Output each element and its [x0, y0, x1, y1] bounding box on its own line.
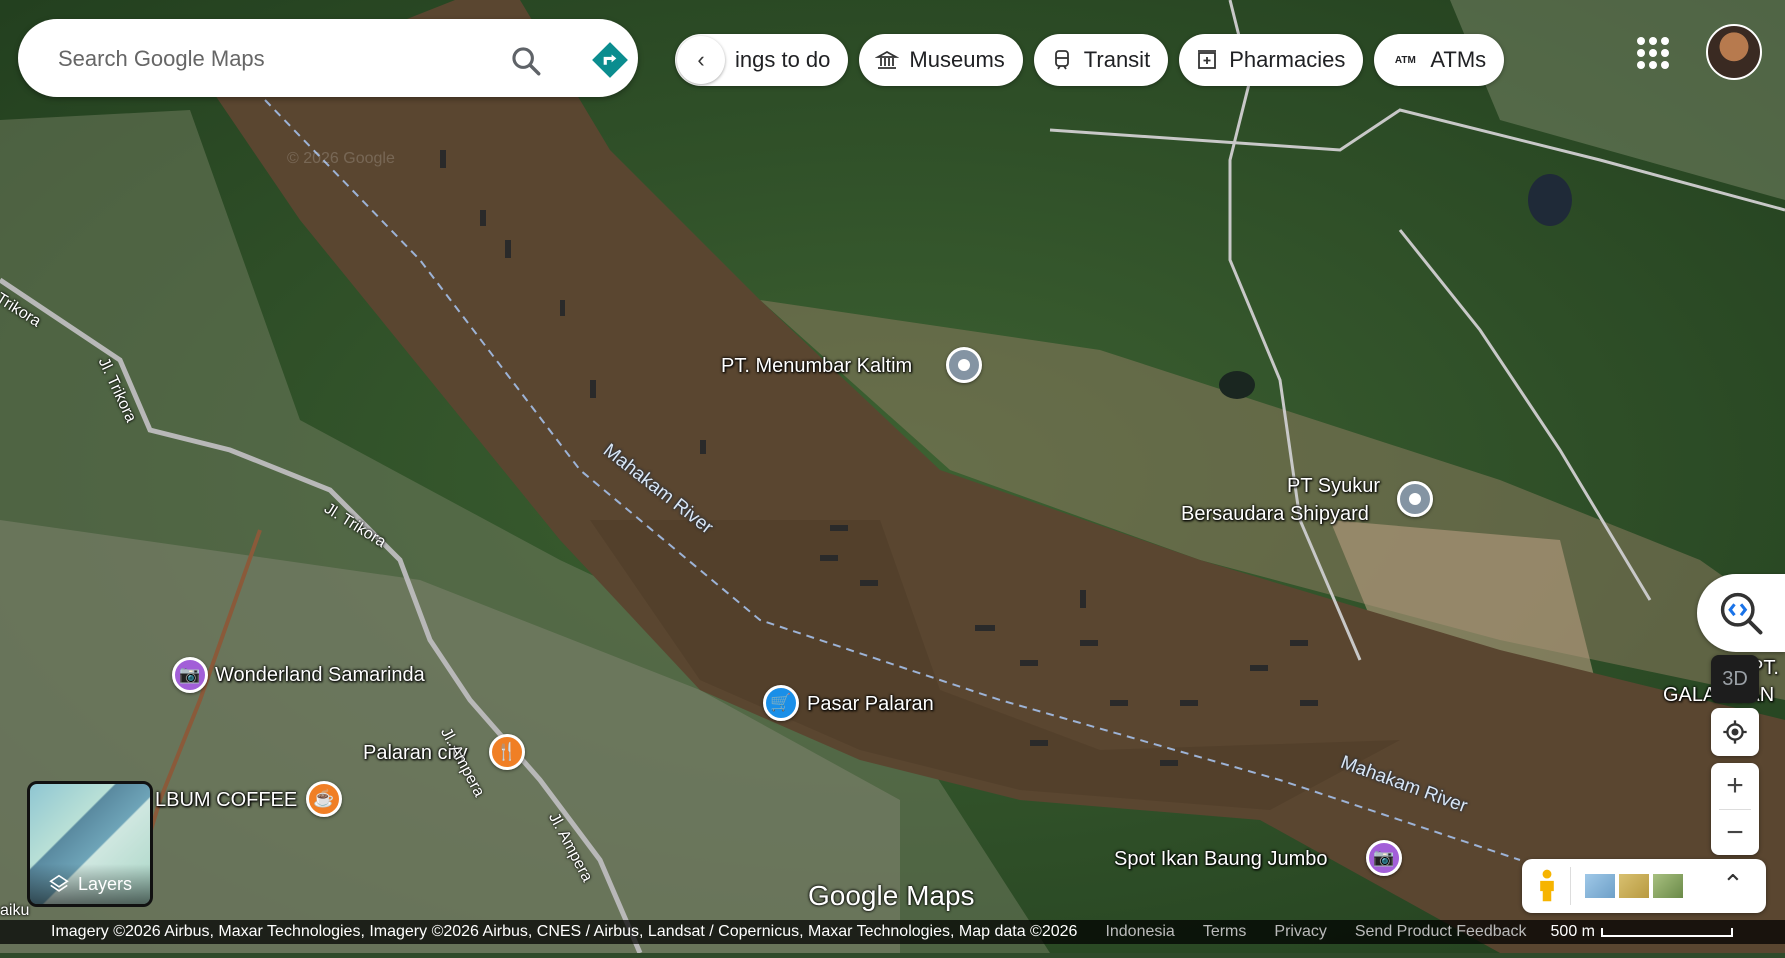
chip-museums[interactable]: Museums — [859, 34, 1023, 86]
chip-label: Pharmacies — [1229, 47, 1346, 72]
place-label-spot-ikan[interactable]: Spot Ikan Baung Jumbo — [1114, 848, 1327, 871]
place-pin-menumbar[interactable] — [946, 347, 982, 383]
train-icon — [1050, 48, 1074, 72]
satellite-map[interactable]: PT. Menumbar Kaltim PT Syukur Bersaudara… — [0, 0, 1785, 954]
search-icon[interactable] — [509, 44, 543, 78]
country-link[interactable]: Indonesia — [1105, 923, 1174, 941]
chip-label: ATMs — [1430, 47, 1487, 72]
chip-label: Transit — [1083, 47, 1151, 72]
satellite-thumbnail[interactable] — [1585, 874, 1615, 898]
chip-label: Museums — [909, 47, 1005, 72]
chip-things-to-do[interactable]: ‹ ings to do — [675, 34, 849, 86]
my-location-button[interactable] — [1711, 708, 1759, 756]
terms-link[interactable]: Terms — [1203, 923, 1247, 941]
feedback-link[interactable]: Send Product Feedback — [1355, 923, 1527, 941]
3d-label: 3D — [1722, 667, 1748, 690]
chip-pharmacies[interactable]: Pharmacies — [1179, 34, 1364, 86]
chip-transit[interactable]: Transit — [1033, 34, 1169, 86]
museum-icon — [875, 48, 900, 72]
place-label-album-coffee[interactable]: LBUM COFFEE — [155, 789, 297, 812]
chevron-left-icon[interactable]: ‹ — [677, 36, 725, 84]
camera-icon[interactable]: 📷 — [172, 657, 208, 693]
layers-caption: Layers — [30, 864, 150, 904]
map-toolbar: ⌃ — [1522, 859, 1766, 913]
pharmacy-icon — [1195, 48, 1219, 72]
avatar[interactable] — [1706, 24, 1762, 80]
category-chips: ‹ ings to do Museums Transit Pharmacies … — [675, 34, 1505, 86]
chip-label: ings to do — [735, 47, 831, 72]
place-label-pasar[interactable]: Pasar Palaran — [807, 693, 934, 716]
chevron-up-icon[interactable]: ⌃ — [1722, 869, 1744, 900]
scale-label: 500 m — [1550, 923, 1595, 940]
shopping-cart-icon[interactable]: 🛒 — [763, 685, 799, 721]
crosshair-icon — [1723, 720, 1747, 744]
restaurant-icon[interactable]: 🍴 — [489, 734, 525, 770]
zoom-in-button[interactable]: + — [1711, 763, 1759, 809]
map-watermark: © 2026 Google — [287, 150, 395, 167]
zoom-out-button[interactable]: − — [1711, 810, 1759, 856]
place-label-menumbar[interactable]: PT. Menumbar Kaltim — [721, 355, 912, 378]
layers-button[interactable]: Layers — [27, 781, 153, 907]
scale-indicator[interactable]: 500 m — [1551, 923, 1733, 941]
attribution-text: Imagery ©2026 Airbus, Maxar Technologies… — [51, 923, 1078, 940]
attribution-bar: Imagery ©2026 Airbus, Maxar Technologies… — [0, 920, 1785, 944]
privacy-link[interactable]: Privacy — [1274, 923, 1326, 941]
terrain-thumbnail[interactable] — [1619, 874, 1649, 898]
toolbar-divider — [1570, 867, 1571, 905]
chip-atms[interactable]: ATM ATMs — [1374, 34, 1505, 86]
layers-icon — [49, 874, 69, 892]
search-box[interactable] — [18, 19, 638, 97]
magnifier-code-icon — [1720, 592, 1763, 635]
search-input[interactable] — [56, 39, 480, 79]
image-search-button[interactable] — [1697, 574, 1785, 652]
3d-toggle-button[interactable]: 3D — [1711, 655, 1759, 703]
coffee-cup-icon[interactable]: ☕ — [306, 781, 342, 817]
place-pin-syukur[interactable] — [1397, 481, 1433, 517]
pegman-icon[interactable] — [1534, 869, 1560, 903]
place-label-syukur-2[interactable]: Bersaudara Shipyard — [1181, 503, 1369, 526]
directions-icon[interactable] — [591, 41, 629, 79]
google-maps-logo: Google Maps — [808, 880, 975, 911]
atm-icon: ATM — [1394, 54, 1416, 66]
zoom-controls: + − — [1711, 763, 1759, 855]
scale-bar — [1600, 927, 1733, 937]
road-label: aiku — [0, 902, 30, 919]
place-label-wonderland[interactable]: Wonderland Samarinda — [215, 664, 425, 687]
apps-grid-icon[interactable] — [1637, 37, 1669, 69]
traffic-thumbnail[interactable] — [1653, 874, 1683, 898]
place-label-syukur-1[interactable]: PT Syukur — [1287, 475, 1380, 498]
layers-label: Layers — [77, 873, 133, 894]
camera-icon[interactable]: 📷 — [1366, 840, 1402, 876]
